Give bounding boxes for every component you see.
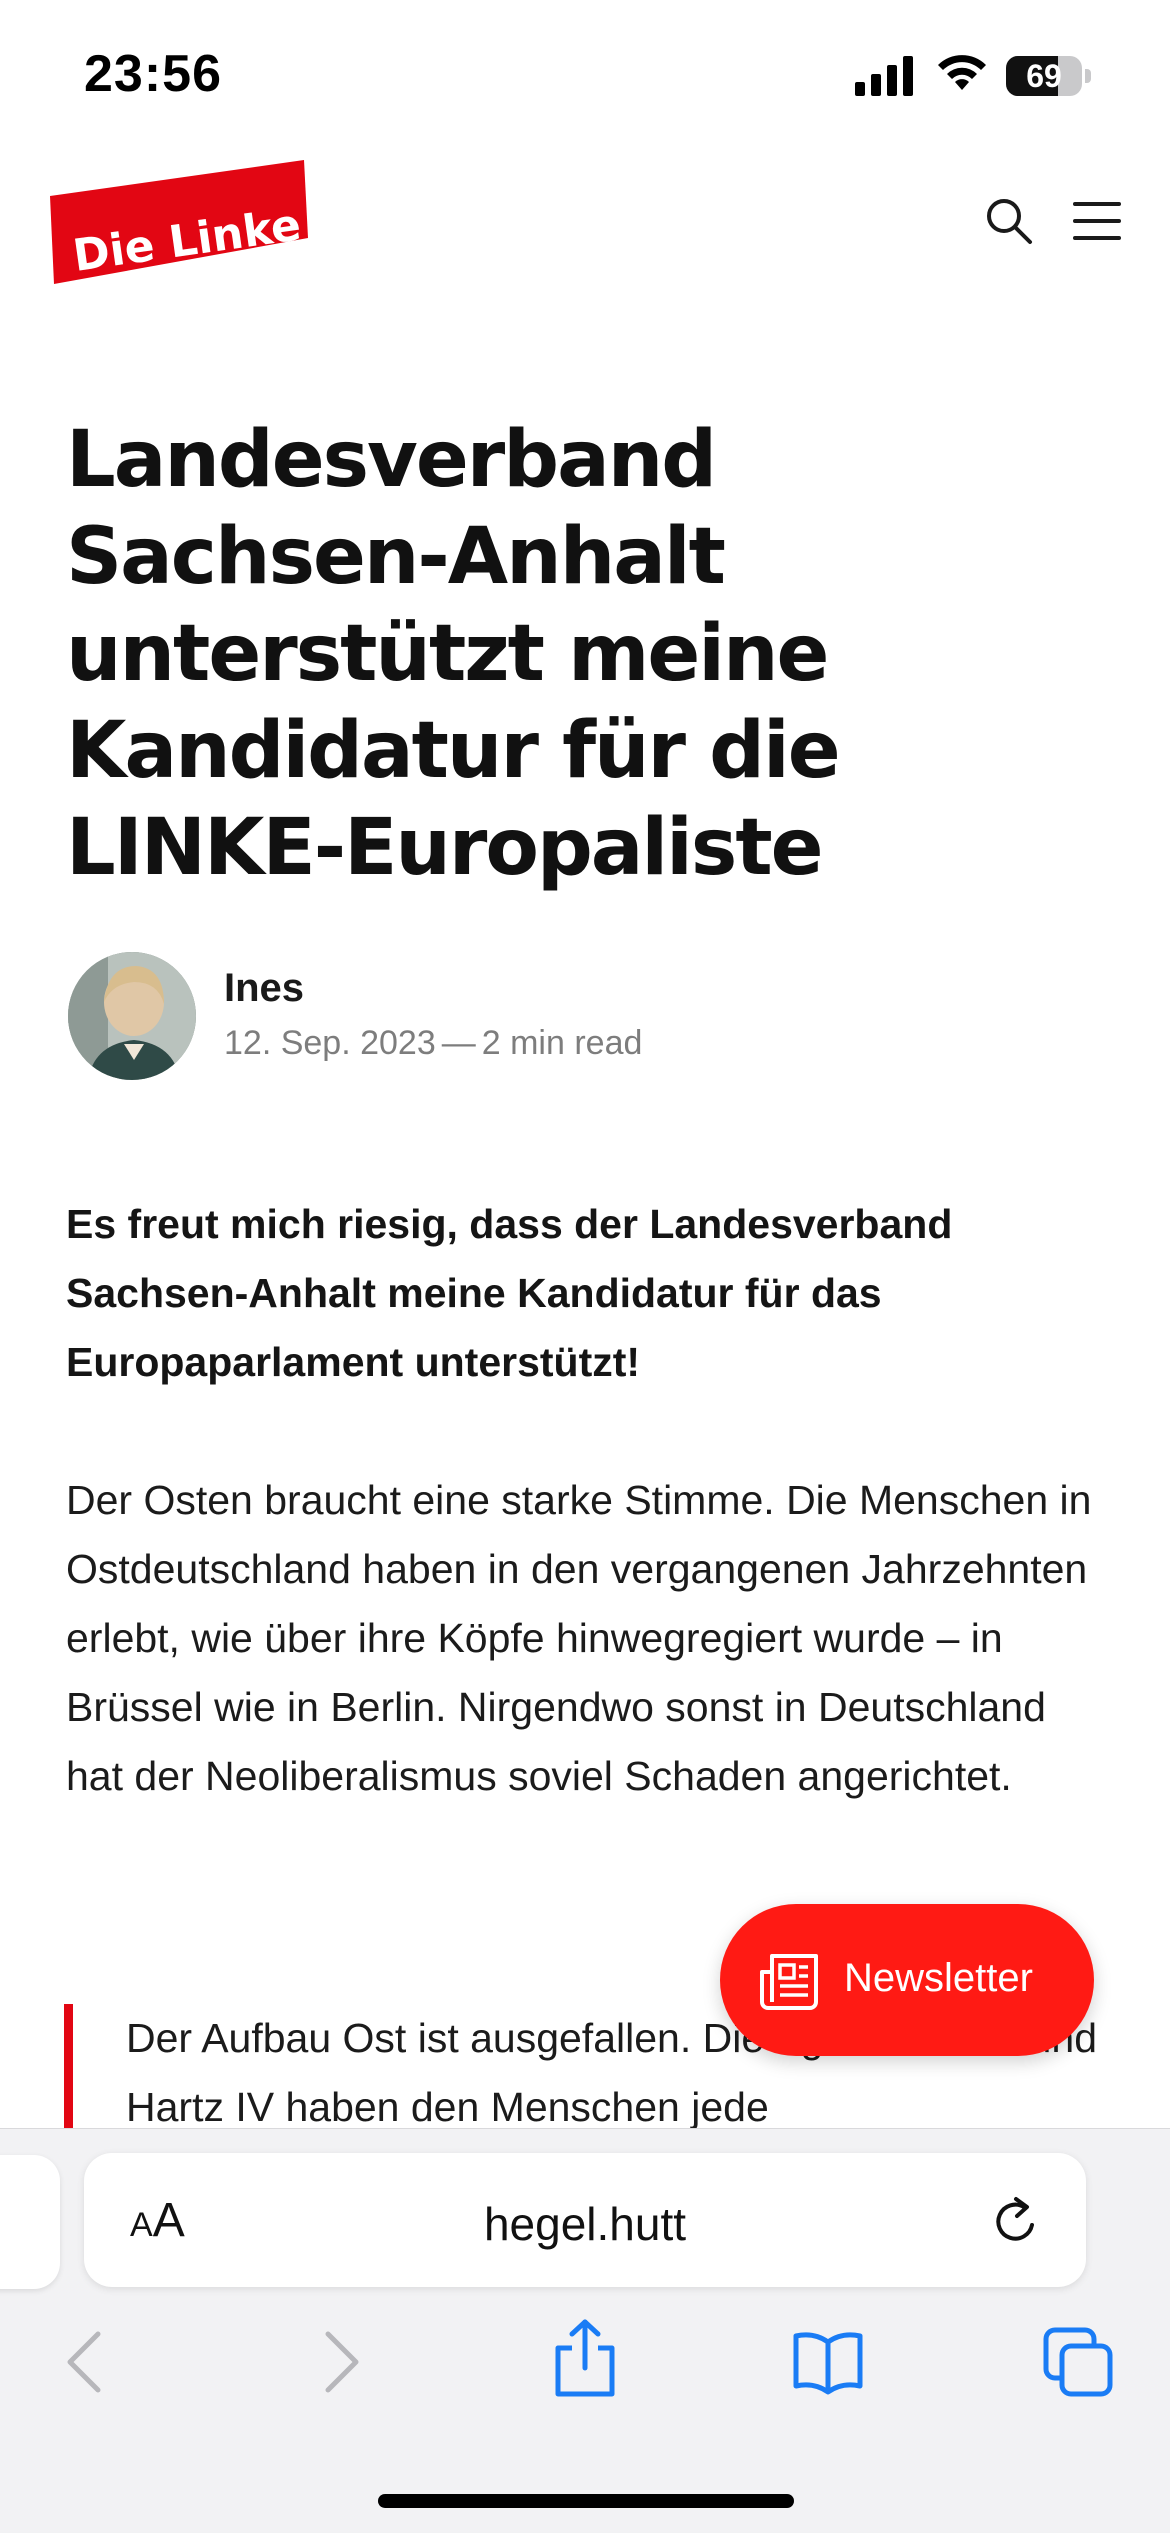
tabs-icon[interactable] [1042, 2326, 1114, 2398]
author-avatar[interactable] [68, 952, 196, 1080]
status-time: 23:56 [84, 45, 222, 103]
home-indicator [378, 2494, 794, 2508]
back-icon[interactable] [52, 2326, 124, 2398]
article-title: Landesverband Sachsen-Anhalt unterstützt… [66, 415, 841, 893]
article-meta: 12. Sep. 2023—2 min read [224, 1024, 642, 1063]
address-bar[interactable]: AA hegel.hutt [84, 2153, 1086, 2287]
forward-icon[interactable] [302, 2326, 374, 2398]
article-lead: Es freut mich riesig, dass der Landesver… [66, 1201, 953, 1385]
article-paragraph: Der Osten braucht eine starke Stimme. Di… [66, 1477, 1092, 1799]
battery-level: 69 [1026, 58, 1062, 94]
blockquote-bar [64, 2004, 73, 2134]
wifi-icon [938, 55, 986, 90]
newsletter-button[interactable]: Newsletter [720, 1904, 1094, 2056]
search-icon[interactable] [984, 196, 1034, 246]
newspaper-icon [760, 1954, 818, 2010]
previous-tab-preview[interactable] [0, 2155, 60, 2289]
meta-separator: — [441, 1024, 476, 1062]
status-bar: 23:56 69 [0, 0, 1170, 150]
share-icon[interactable] [548, 2318, 622, 2398]
read-time: 2 min read [481, 1024, 643, 1062]
die-linke-logo[interactable]: Die Linke [50, 160, 310, 288]
cellular-signal-icon [855, 56, 913, 96]
battery-icon: 69 [1006, 56, 1091, 96]
reload-icon[interactable] [990, 2195, 1042, 2247]
menu-icon[interactable] [1072, 196, 1122, 246]
publish-date: 12. Sep. 2023 [224, 1024, 436, 1062]
bookmarks-icon[interactable] [792, 2326, 864, 2398]
newsletter-label: Newsletter [844, 1956, 1033, 2000]
url-text[interactable]: hegel.hutt [84, 2197, 1086, 2251]
author-name[interactable]: Ines [224, 966, 304, 1011]
